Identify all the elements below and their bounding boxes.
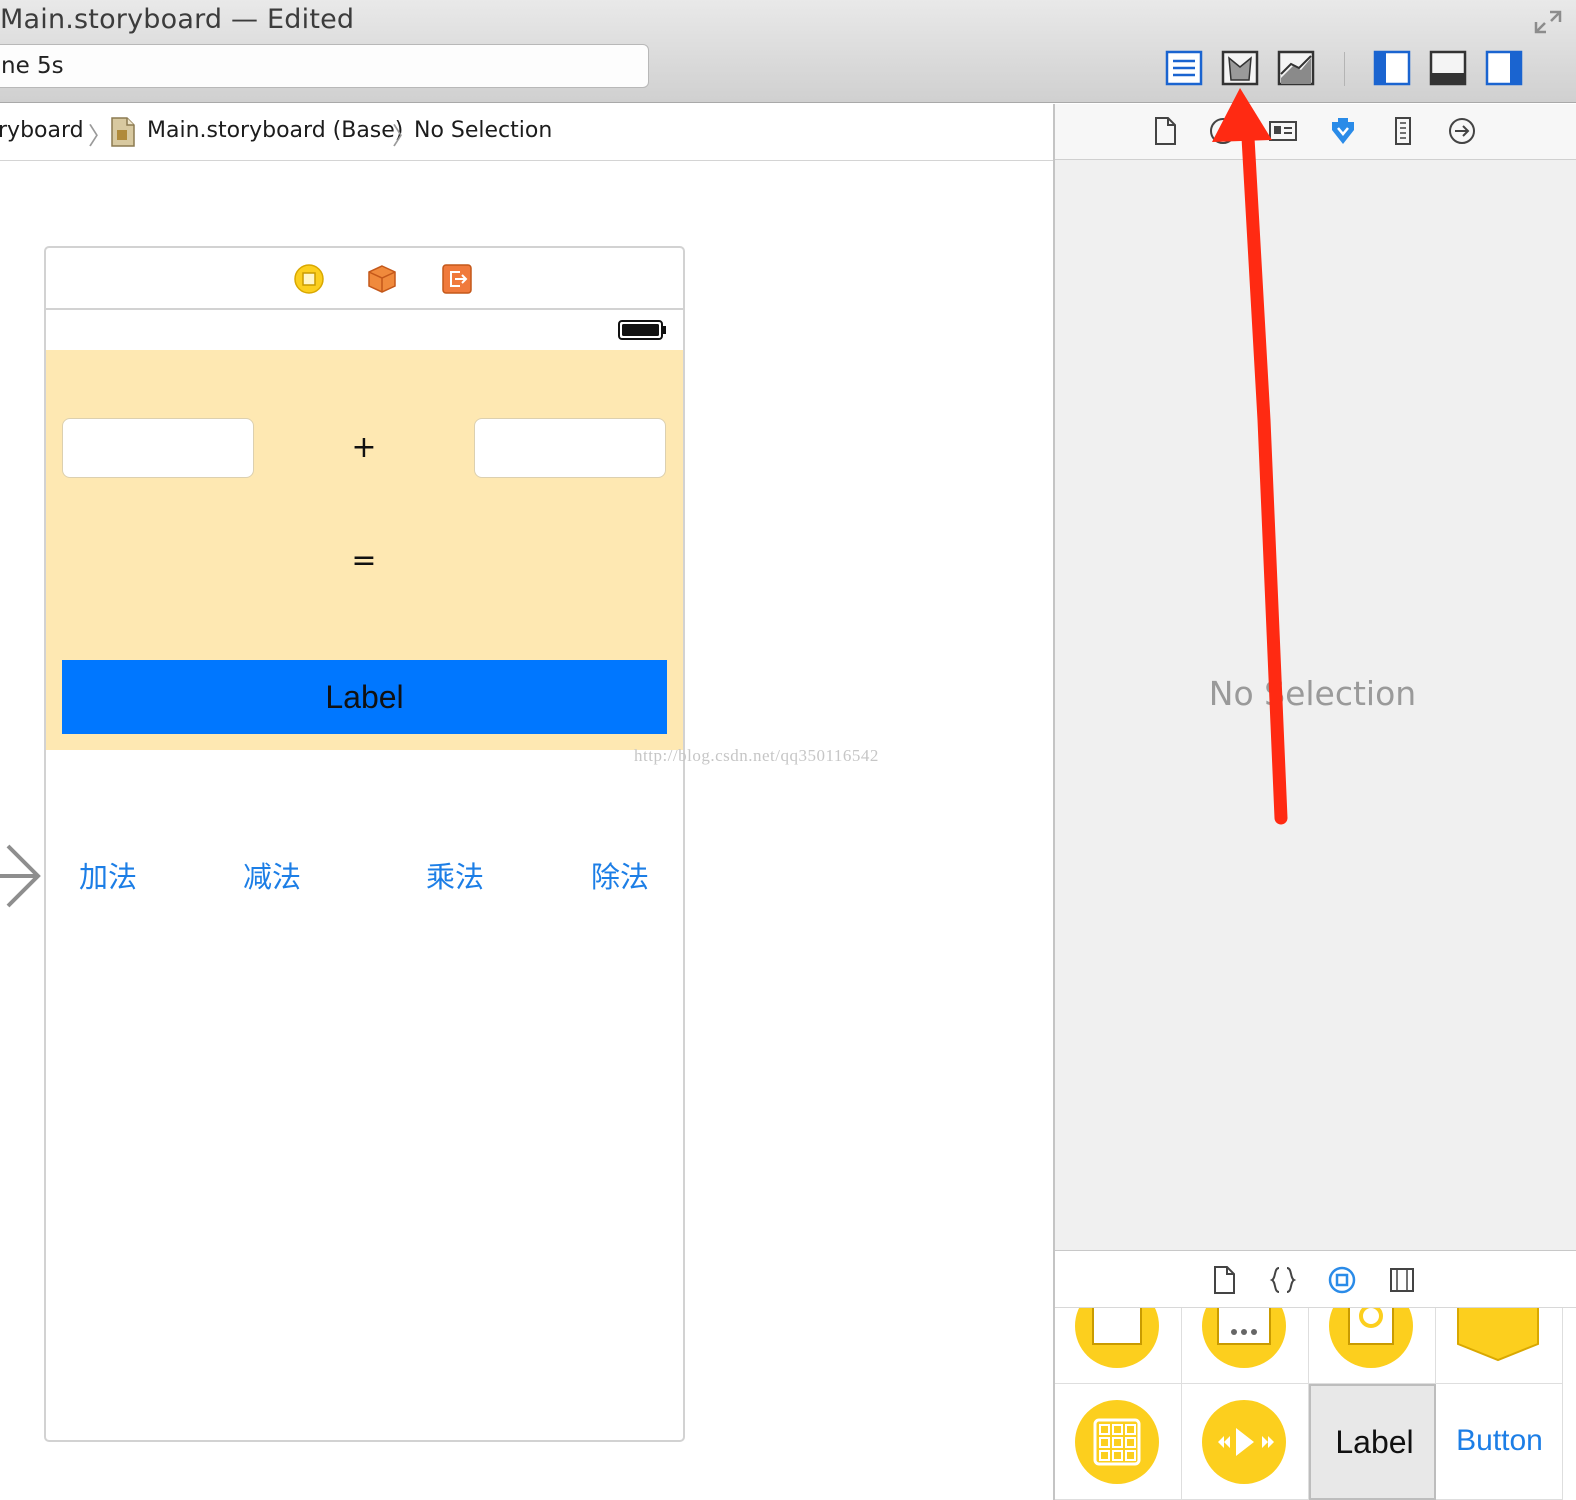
navigator-toggle-icon	[1373, 50, 1411, 86]
storyboard-file-icon	[111, 117, 135, 147]
inspector-tab-bar	[1055, 104, 1576, 160]
library-tab-bar	[1055, 1250, 1576, 1308]
library-item-image-view[interactable]	[1309, 1308, 1436, 1384]
first-operand-field[interactable]	[62, 418, 254, 478]
code-snippet-icon	[1269, 1267, 1297, 1293]
library-item-view[interactable]	[1055, 1308, 1182, 1384]
first-responder-dock-item[interactable]	[367, 264, 397, 294]
code-snippet-library-tab[interactable]	[1269, 1265, 1297, 1295]
window-title: Main.storyboard — Edited	[0, 4, 355, 35]
breadcrumb-separator: 〉	[392, 122, 416, 150]
object-library-grid: Label Button	[1055, 1308, 1576, 1500]
library-item-av-player[interactable]	[1182, 1384, 1309, 1500]
media-library-tab[interactable]	[1388, 1265, 1416, 1295]
library-button-text: Button	[1456, 1424, 1543, 1457]
breadcrumb-main-storyboard[interactable]: Main.storyboard (Base)	[147, 118, 403, 143]
media-player-icon	[1202, 1400, 1286, 1484]
first-responder-icon	[368, 265, 396, 293]
debug-area-toggle-icon	[1429, 50, 1467, 86]
fullscreen-icon[interactable]	[1532, 8, 1564, 36]
initial-view-controller-arrow-icon	[0, 844, 41, 908]
utilities-toggle-button[interactable]	[1485, 50, 1523, 86]
file-inspector-icon	[1155, 117, 1176, 145]
utilities-inspector: No Selection Label Button	[1053, 104, 1576, 1500]
view-icon	[1075, 1308, 1159, 1368]
calculator-panel: + = Label	[46, 350, 683, 750]
second-operand-field[interactable]	[474, 418, 666, 478]
tab-bar-item-icon	[1457, 1308, 1539, 1362]
identity-inspector-icon	[1269, 121, 1297, 141]
assistant-editor-button[interactable]	[1221, 50, 1259, 86]
exit-icon	[442, 264, 472, 294]
exit-dock-item[interactable]	[442, 264, 472, 294]
divide-button[interactable]: 除法	[591, 854, 649, 896]
equals-label: =	[351, 543, 377, 578]
identity-inspector-tab[interactable]	[1268, 116, 1298, 146]
quick-help-tab[interactable]	[1208, 116, 1238, 146]
connections-inspector-tab[interactable]	[1447, 116, 1477, 146]
battery-icon	[618, 320, 666, 340]
status-bar	[46, 310, 683, 350]
watermark: http://blog.csdn.net/qq350116542	[634, 746, 879, 765]
collection-view-icon	[1075, 1400, 1159, 1484]
size-inspector-icon	[1395, 117, 1411, 145]
assistant-editor-icon	[1221, 50, 1259, 86]
standard-editor-icon	[1165, 50, 1203, 86]
more-icon	[1202, 1308, 1286, 1368]
quick-help-icon	[1210, 118, 1236, 144]
standard-editor-button[interactable]	[1165, 50, 1203, 86]
jump-bar: ryboard 〉 Main.storyboard (Base) 〉 No Se…	[0, 104, 1054, 161]
utilities-toggle-icon	[1485, 50, 1523, 86]
subtract-button[interactable]: 减法	[243, 854, 301, 896]
library-item-collection-view[interactable]	[1055, 1384, 1182, 1500]
window-toolbar: Main.storyboard — Edited ne 5s	[0, 0, 1576, 103]
version-editor-button[interactable]	[1277, 50, 1315, 86]
file-template-icon	[1214, 1266, 1235, 1294]
connections-inspector-icon	[1449, 118, 1475, 144]
attributes-inspector-icon	[1332, 118, 1354, 144]
result-label: Label	[62, 660, 667, 734]
no-selection-placeholder: No Selection	[1208, 674, 1417, 713]
breadcrumb-storyboard-group[interactable]: ryboard	[0, 118, 84, 143]
view-controller-dock-item[interactable]	[294, 264, 324, 294]
library-item-tab-item[interactable]	[1436, 1308, 1563, 1384]
scheme-field[interactable]: ne 5s	[0, 44, 649, 88]
media-library-icon	[1390, 1268, 1414, 1292]
library-item-button[interactable]: Button	[1436, 1384, 1563, 1500]
file-template-library-tab[interactable]	[1210, 1265, 1238, 1295]
version-editor-icon	[1277, 50, 1315, 86]
breadcrumb-no-selection[interactable]: No Selection	[414, 118, 552, 143]
size-inspector-tab[interactable]	[1388, 116, 1418, 146]
view-controller-icon	[294, 264, 324, 294]
attributes-inspector-tab[interactable]	[1328, 116, 1358, 146]
object-library-tab[interactable]	[1328, 1265, 1356, 1295]
debug-area-toggle-button[interactable]	[1429, 50, 1467, 86]
plus-label: +	[351, 430, 377, 465]
add-button[interactable]: 加法	[79, 854, 137, 896]
navigator-toggle-button[interactable]	[1373, 50, 1411, 86]
object-library-icon	[1328, 1266, 1356, 1294]
breadcrumb-separator: 〉	[88, 122, 112, 150]
multiply-button[interactable]: 乘法	[426, 854, 484, 896]
view-controller-scene[interactable]: + = Label 加法 减法 乘法 除法	[44, 246, 685, 1442]
toolbar-divider	[1344, 52, 1345, 86]
library-item-more[interactable]	[1182, 1308, 1309, 1384]
library-item-label[interactable]: Label	[1309, 1384, 1436, 1500]
image-view-icon	[1329, 1308, 1413, 1368]
library-label-text: Label	[1335, 1424, 1414, 1460]
scene-dock	[46, 248, 683, 310]
file-inspector-tab[interactable]	[1150, 116, 1180, 146]
